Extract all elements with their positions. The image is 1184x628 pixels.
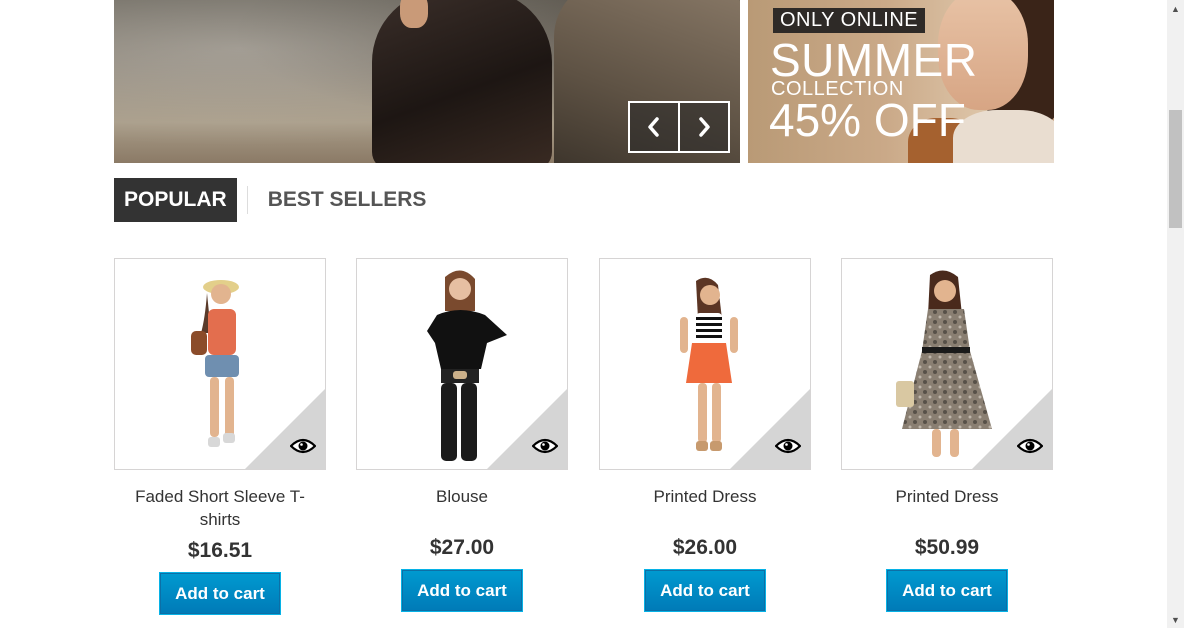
scroll-down-arrow-icon[interactable]: ▼: [1167, 611, 1184, 628]
product-name[interactable]: Printed Dress: [599, 485, 811, 531]
eye-icon[interactable]: [290, 437, 316, 455]
product-tabs: POPULAR BEST SELLERS: [114, 178, 436, 222]
chevron-right-icon: [699, 117, 710, 137]
slider-figure-hand: [400, 0, 428, 28]
promo-tag: ONLY ONLINE: [773, 8, 926, 33]
product-name[interactable]: Faded Short Sleeve T-shirts: [114, 485, 326, 531]
promo-banner[interactable]: ONLY ONLINE SUMMER COLLECTION 45% OFF: [748, 0, 1054, 163]
add-to-cart-button[interactable]: Add to cart: [886, 569, 1008, 612]
product-image[interactable]: [599, 258, 811, 470]
product-price: $27.00: [429, 536, 495, 559]
scroll-up-arrow-icon[interactable]: ▲: [1167, 0, 1184, 17]
slider-figure-jacket: [372, 0, 552, 163]
product-price: $26.00: [672, 536, 738, 559]
promo-model-collar: [953, 110, 1054, 163]
quick-view-corner: [972, 389, 1052, 469]
product-price: $16.51: [187, 539, 253, 562]
product-image[interactable]: [841, 258, 1053, 470]
tab-best-sellers[interactable]: BEST SELLERS: [258, 178, 437, 222]
product-image[interactable]: [114, 258, 326, 470]
tab-popular[interactable]: POPULAR: [114, 178, 237, 222]
product-price: $50.99: [914, 536, 980, 559]
product-card: Printed Dress $50.99 Add to cart: [841, 258, 1053, 612]
slider-next-button[interactable]: [680, 101, 730, 153]
eye-icon[interactable]: [1017, 437, 1043, 455]
page: ONLY ONLINE SUMMER COLLECTION 45% OFF PO…: [0, 0, 1167, 628]
promo-title: SUMMER: [770, 34, 978, 86]
chevron-left-icon: [648, 117, 659, 137]
product-name[interactable]: Printed Dress: [841, 485, 1053, 531]
promo-discount: 45% OFF: [769, 94, 966, 146]
eye-icon[interactable]: [532, 437, 558, 455]
add-to-cart-button[interactable]: Add to cart: [644, 569, 766, 612]
add-to-cart-button[interactable]: Add to cart: [401, 569, 523, 612]
vertical-scrollbar[interactable]: ▲ ▼: [1167, 0, 1184, 628]
scrollbar-thumb[interactable]: [1169, 110, 1182, 228]
slider-controls: [628, 101, 730, 153]
product-card: Printed Dress $26.00 Add to cart: [599, 258, 811, 612]
eye-icon[interactable]: [775, 437, 801, 455]
quick-view-corner: [487, 389, 567, 469]
quick-view-corner: [245, 389, 325, 469]
add-to-cart-button[interactable]: Add to cart: [159, 572, 281, 615]
quick-view-corner: [730, 389, 810, 469]
product-name[interactable]: Blouse: [356, 485, 568, 531]
product-card: Blouse $27.00 Add to cart: [356, 258, 568, 612]
product-image[interactable]: [356, 258, 568, 470]
product-card: Faded Short Sleeve T-shirts $16.51 Add t…: [114, 258, 326, 615]
slider-prev-button[interactable]: [628, 101, 680, 153]
tab-divider: [246, 186, 248, 214]
